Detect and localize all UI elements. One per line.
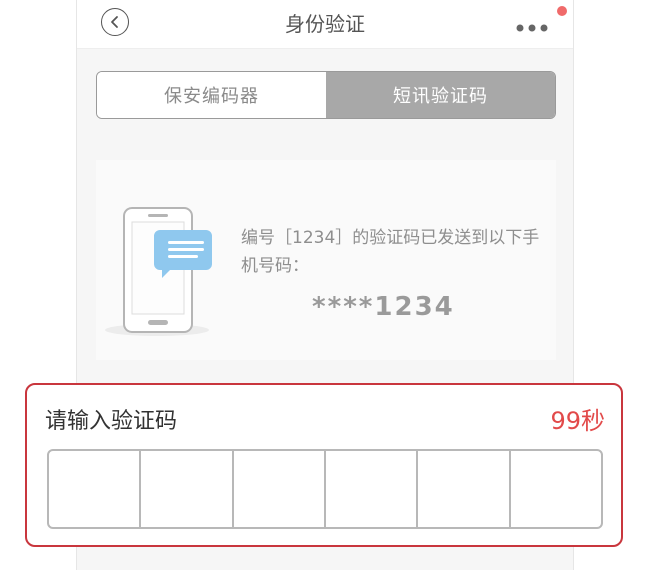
code-digit-box[interactable] bbox=[511, 451, 601, 527]
countdown-timer: 99秒 bbox=[550, 407, 605, 435]
code-entry-label: 请输入验证码 bbox=[45, 409, 178, 434]
tab-security-token[interactable]: 保安编码器 bbox=[97, 72, 326, 118]
nav-bar: 身份验证 bbox=[77, 0, 573, 49]
tab-sms-code[interactable]: 短讯验证码 bbox=[326, 72, 555, 118]
code-digit-box[interactable] bbox=[418, 451, 511, 527]
code-entry-panel: 请输入验证码 99秒 bbox=[25, 383, 623, 547]
page-title: 身份验证 bbox=[285, 12, 365, 36]
code-digit-box[interactable] bbox=[326, 451, 419, 527]
code-digit-box[interactable] bbox=[234, 451, 326, 527]
sms-sent-message: 编号［1234］的验证码已发送到以下手机号码： bbox=[241, 228, 540, 276]
sms-info-card: 编号［1234］的验证码已发送到以下手机号码： ****1234 bbox=[96, 160, 556, 360]
more-button[interactable] bbox=[515, 18, 549, 32]
verification-method-tabs: 保安编码器 短讯验证码 bbox=[96, 71, 556, 119]
code-digit-inputs bbox=[47, 449, 603, 529]
code-digit-box[interactable] bbox=[49, 451, 142, 527]
masked-phone-number: ****1234 bbox=[312, 292, 455, 322]
more-dots-icon bbox=[516, 24, 548, 32]
notification-dot bbox=[557, 6, 567, 16]
phone-message-icon bbox=[105, 207, 212, 336]
code-digit-box[interactable] bbox=[141, 451, 234, 527]
